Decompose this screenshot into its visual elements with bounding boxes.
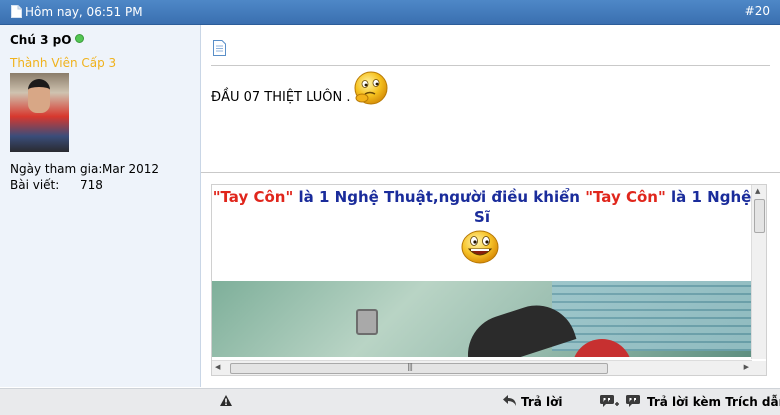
signature-box[interactable]: "Tay Côn" là 1 Nghệ Thuật,người điều khi… bbox=[211, 184, 767, 376]
online-indicator bbox=[75, 34, 85, 43]
username-text[interactable]: Chú 3 pO bbox=[10, 33, 71, 47]
post-header: Hôm nay, 06:51 PM #20 bbox=[0, 0, 780, 25]
post-footer: Trả lời Trả lời kèm Trích dẫn bbox=[0, 388, 780, 415]
vertical-scroll-thumb[interactable] bbox=[754, 199, 765, 233]
post-message: ĐẦU 07 THIỆT LUÔN . bbox=[211, 90, 351, 105]
report-icon[interactable] bbox=[219, 394, 233, 407]
join-date-label: Ngày tham gia: bbox=[10, 162, 103, 176]
horizontal-scrollbar[interactable]: ◀ ||| ▶ bbox=[212, 360, 752, 375]
signature-image bbox=[212, 281, 752, 357]
scroll-right-arrow-icon[interactable]: ▶ bbox=[744, 363, 749, 371]
quote-reply-label: Trả lời kèm Trích dẫn bbox=[647, 395, 780, 409]
scroll-grip-icon: ||| bbox=[407, 362, 413, 371]
scroll-up-arrow-icon[interactable]: ▲ bbox=[755, 187, 760, 195]
post-icon bbox=[213, 40, 226, 56]
post-content: ĐẦU 07 THIỆT LUÔN . "Tay Côn" là 1 Nghệ … bbox=[201, 25, 780, 387]
grinning-smiley bbox=[461, 230, 499, 264]
signature-divider bbox=[201, 172, 780, 173]
reply-icon bbox=[503, 395, 516, 406]
post-count-value: 718 bbox=[80, 178, 103, 192]
user-info-panel: Chú 3 pO Thành Viên Cấp 3 Ngày tham gia:… bbox=[0, 25, 201, 387]
join-date-value: Mar 2012 bbox=[102, 162, 159, 176]
username[interactable]: Chú 3 pO bbox=[10, 33, 85, 47]
title-divider bbox=[211, 65, 770, 66]
document-icon bbox=[11, 5, 22, 18]
signature-quote-1: "Tay Côn" bbox=[212, 188, 294, 206]
signature-text: "Tay Côn" là 1 Nghệ Thuật,người điều khi… bbox=[212, 187, 752, 227]
signature-text-2: là 1 Nghệ Thuật,người điều khiển bbox=[293, 188, 586, 206]
user-rank: Thành Viên Cấp 3 bbox=[10, 56, 117, 70]
post-count-label: Bài viết: bbox=[10, 178, 60, 192]
multi-quote-icon bbox=[600, 395, 640, 407]
post-date: Hôm nay, 06:51 PM bbox=[25, 5, 143, 19]
post-number-link[interactable]: #20 bbox=[745, 4, 770, 18]
reply-label: Trả lời bbox=[521, 395, 563, 409]
thinking-smiley bbox=[354, 71, 388, 105]
avatar[interactable] bbox=[10, 73, 69, 152]
vertical-scrollbar[interactable]: ▲ bbox=[751, 185, 766, 359]
photo-panel bbox=[552, 281, 752, 351]
photo-lock bbox=[356, 309, 378, 335]
scroll-left-arrow-icon[interactable]: ◀ bbox=[215, 363, 220, 371]
avatar-face bbox=[28, 79, 50, 113]
scroll-corner bbox=[752, 361, 766, 375]
forum-post: Hôm nay, 06:51 PM #20 Chú 3 pO Thành Viê… bbox=[0, 0, 780, 415]
horizontal-scroll-thumb[interactable]: ||| bbox=[230, 362, 608, 374]
signature-quote-2: "Tay Côn" bbox=[585, 188, 666, 206]
